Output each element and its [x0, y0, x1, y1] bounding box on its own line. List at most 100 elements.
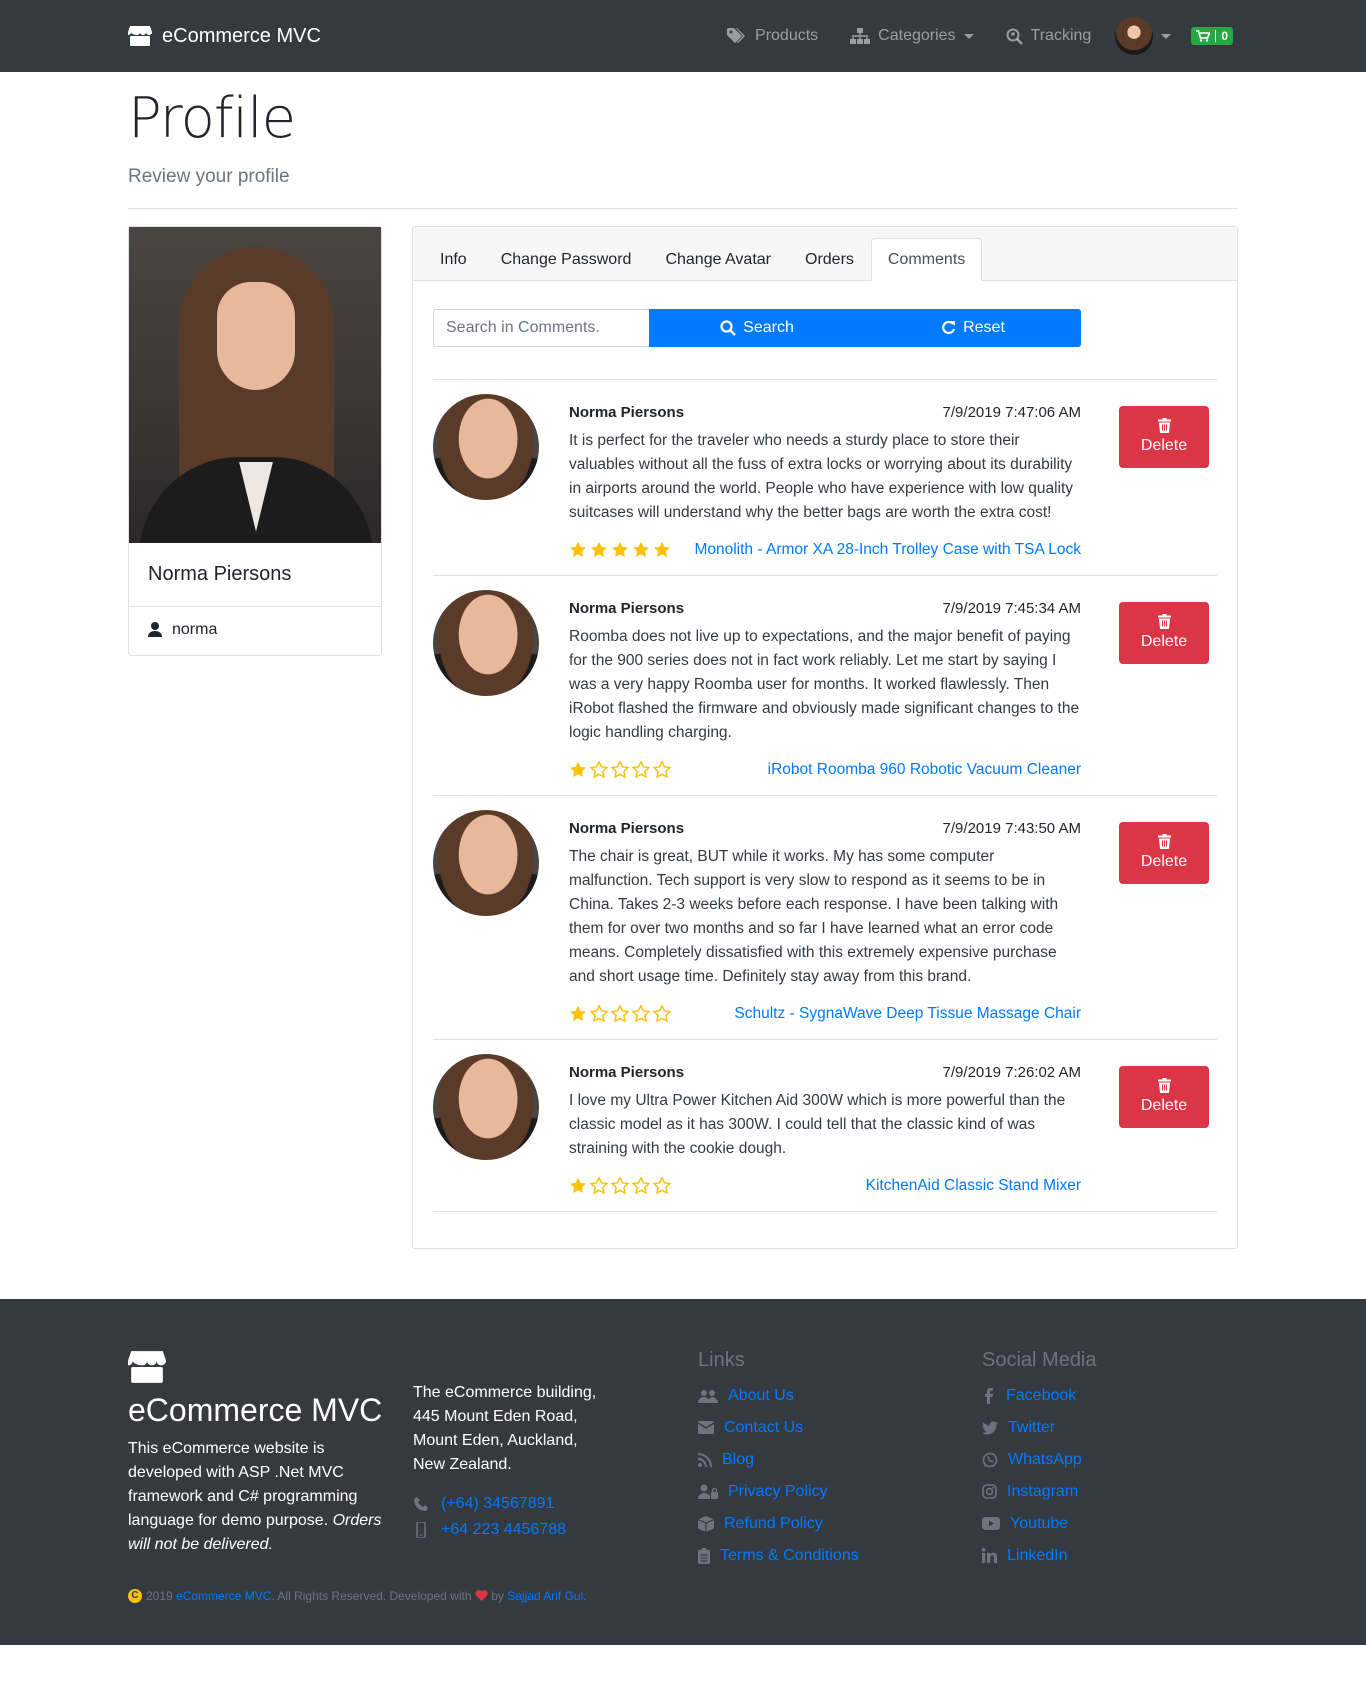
tab-orders[interactable]: Orders: [788, 238, 871, 281]
search-icon: [720, 319, 737, 336]
reset-button[interactable]: Reset: [865, 309, 1081, 347]
comment-header: Norma Piersons 7/9/2019 7:45:34 AM: [569, 600, 1081, 617]
star-empty-icon: [632, 1005, 650, 1023]
star-empty-icon: [611, 761, 629, 779]
comment-header: Norma Piersons 7/9/2019 7:47:06 AM: [569, 404, 1081, 421]
footer-link-blog[interactable]: Blog: [698, 1444, 859, 1476]
footer-address: The eCommerce building, 445 Mount Eden R…: [413, 1383, 597, 1473]
footer-link-refund-policy[interactable]: Refund Policy: [698, 1508, 859, 1540]
twitter-icon: [982, 1421, 998, 1435]
tab-bar: Info Change Password Change Avatar Order…: [413, 226, 1237, 281]
footer-social-youtube[interactable]: Youtube: [982, 1508, 1097, 1540]
comment-search-input[interactable]: Search in Comments.: [433, 308, 649, 347]
footer-social-linkedin[interactable]: LinkedIn: [982, 1540, 1097, 1572]
product-link[interactable]: iRobot Roomba 960 Robotic Vacuum Cleaner: [768, 761, 1081, 779]
rating-stars: [569, 1177, 674, 1195]
rating-stars: [569, 541, 674, 558]
footer-social-facebook[interactable]: Facebook: [982, 1380, 1097, 1412]
footer-copyright: C 2019 eCommerce MVC . All Rights Reserv…: [128, 1588, 587, 1603]
commenter-avatar: [433, 1053, 539, 1160]
footer-links: Links About Us Contact Us Blog Privacy P…: [698, 1349, 859, 1572]
star-filled-icon: [633, 541, 649, 558]
star-empty-icon: [590, 1005, 608, 1023]
brand-link[interactable]: eCommerce MVC: [128, 25, 321, 48]
comment-date: 7/9/2019 7:26:02 AM: [942, 1063, 1081, 1081]
comment-author: Norma Piersons: [569, 1063, 685, 1081]
comment-actions: Delete: [1119, 590, 1209, 779]
delete-button[interactable]: Delete: [1119, 821, 1209, 884]
footer-social-list: Facebook Twitter WhatsApp Instagram Yout…: [982, 1380, 1097, 1572]
search-location-icon: [1006, 28, 1023, 45]
product-link[interactable]: Schultz - SygnaWave Deep Tissue Massage …: [734, 1005, 1081, 1023]
delete-button[interactable]: Delete: [1119, 405, 1209, 468]
profile-username-row: norma: [129, 607, 381, 653]
nav-tracking[interactable]: Tracking: [1006, 27, 1092, 45]
comment-footer: Monolith - Armor XA 28-Inch Trolley Case…: [569, 541, 1081, 559]
sitemap-icon: [850, 28, 871, 44]
nav-products[interactable]: Products: [727, 27, 818, 45]
delete-button[interactable]: Delete: [1119, 1065, 1209, 1128]
footer-social-instagram[interactable]: Instagram: [982, 1476, 1097, 1508]
users-icon: [698, 1389, 718, 1403]
footer-brand: eCommerce MVC: [128, 1391, 383, 1428]
profile-photo: [129, 226, 381, 543]
tab-comments[interactable]: Comments: [870, 237, 983, 281]
rss-icon: [698, 1452, 712, 1467]
comment-text: It is perfect for the traveler who needs…: [569, 431, 1074, 521]
comment-header: Norma Piersons 7/9/2019 7:43:50 AM: [569, 820, 1081, 837]
nav-menu: Products Categories Tracking 0: [695, 0, 1233, 72]
footer-link-terms-conditions[interactable]: Terms & Conditions: [698, 1540, 859, 1572]
reset-button-label: Reset: [963, 318, 1005, 336]
footer-link-privacy-policy[interactable]: Privacy Policy: [698, 1476, 859, 1508]
comment-list: Norma Piersons 7/9/2019 7:47:06 AM It is…: [433, 378, 1217, 1212]
commenter-avatar: [433, 393, 539, 500]
star-filled-icon: [591, 541, 607, 558]
developer-link[interactable]: Sajjad Arif Gul: [507, 1589, 583, 1603]
comment-author: Norma Piersons: [569, 403, 685, 421]
delete-button-label: Delete: [1140, 633, 1188, 651]
profile-card: Norma Piersons norma: [128, 225, 382, 656]
nav-tracking-label: Tracking: [1030, 27, 1092, 44]
user-avatar[interactable]: [1115, 17, 1154, 55]
product-link[interactable]: KitchenAid Classic Stand Mixer: [866, 1177, 1081, 1195]
comment-author: Norma Piersons: [569, 599, 685, 617]
footer-phone[interactable]: (+64) 34567891: [413, 1495, 596, 1513]
whatsapp-icon: [982, 1452, 998, 1467]
footer-links-heading: Links: [698, 1348, 745, 1371]
user-menu-chevron-icon[interactable]: [1161, 33, 1172, 39]
star-filled-icon: [570, 1177, 586, 1194]
tab-info[interactable]: Info: [423, 238, 484, 281]
comment-text: Roomba does not live up to expectations,…: [569, 627, 1080, 741]
copyright-brand-link[interactable]: eCommerce MVC: [176, 1589, 271, 1603]
footer-mobile[interactable]: +64 223 4456788: [413, 1521, 596, 1539]
footer-social-twitter[interactable]: Twitter: [982, 1412, 1097, 1444]
comment-footer: Schultz - SygnaWave Deep Tissue Massage …: [569, 1005, 1081, 1023]
tab-change-password[interactable]: Change Password: [484, 238, 649, 281]
header-divider: [128, 207, 1238, 209]
star-empty-icon: [611, 1177, 629, 1195]
comment-date: 7/9/2019 7:43:50 AM: [942, 819, 1081, 837]
cart-icon: [1196, 30, 1211, 42]
search-button[interactable]: Search: [649, 309, 865, 347]
footer-links-list: About Us Contact Us Blog Privacy Policy …: [698, 1380, 859, 1572]
instagram-icon: [982, 1484, 997, 1499]
clipboard-list-icon: [698, 1547, 710, 1564]
star-filled-icon: [570, 1005, 586, 1022]
delete-button[interactable]: Delete: [1119, 601, 1209, 664]
footer-link-about-us[interactable]: About Us: [698, 1380, 859, 1412]
product-link[interactable]: Monolith - Armor XA 28-Inch Trolley Case…: [694, 541, 1081, 559]
page-subtitle: Review your profile: [128, 165, 290, 187]
nav-categories[interactable]: Categories: [850, 27, 974, 45]
cart-badge[interactable]: 0: [1191, 27, 1233, 45]
comment-body: Norma Piersons 7/9/2019 7:47:06 AM It is…: [569, 394, 1081, 559]
footer-desc-text: This eCommerce website is developed with…: [128, 1439, 358, 1529]
comment-actions: Delete: [1119, 810, 1209, 1023]
star-empty-icon: [653, 1177, 671, 1195]
comment-actions: Delete: [1119, 394, 1209, 559]
footer-link-contact-us[interactable]: Contact Us: [698, 1412, 859, 1444]
tab-change-avatar[interactable]: Change Avatar: [648, 238, 788, 281]
profile-name: Norma Piersons: [129, 543, 381, 607]
star-filled-icon: [570, 541, 586, 558]
footer-social-whatsapp[interactable]: WhatsApp: [982, 1444, 1097, 1476]
search-buttons: Search Reset: [649, 308, 1081, 347]
